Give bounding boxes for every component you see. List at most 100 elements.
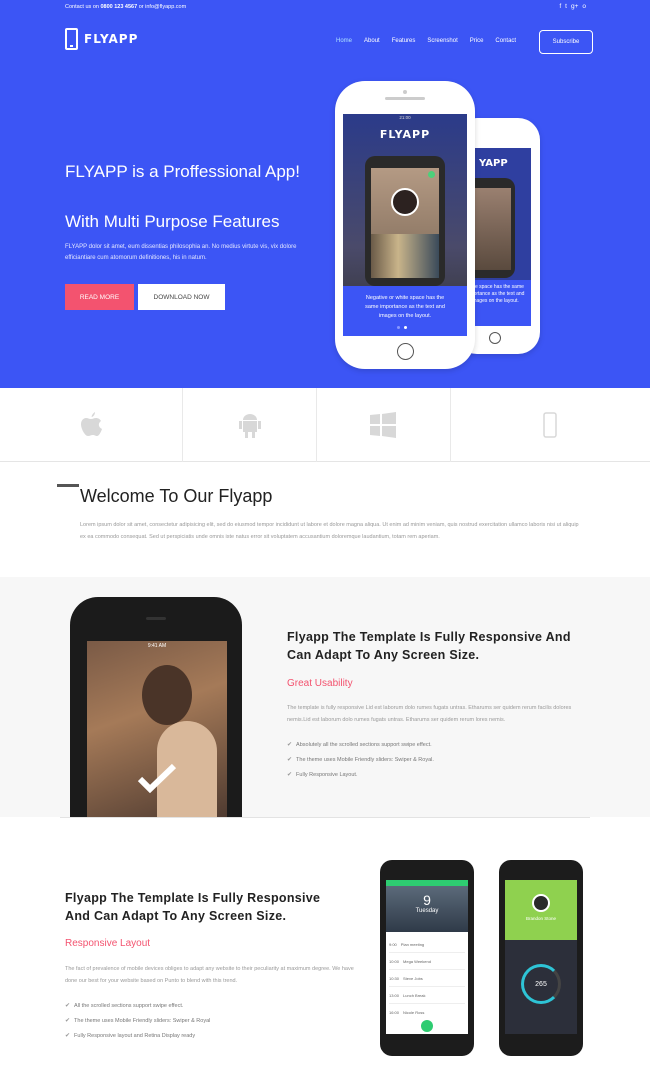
hero-title: FLYAPP is a Proffessional App!: [65, 162, 300, 181]
check-icon: ✔: [65, 1018, 71, 1024]
feature1-text: The template is fully responsive Lid est…: [287, 705, 572, 723]
platform-mobile[interactable]: [451, 388, 650, 462]
list-item: ✔ Fully Responsive Layout.: [287, 767, 434, 782]
row-time: 16:00: [389, 1010, 400, 1015]
nav-item-screenshot[interactable]: Screenshot: [427, 38, 457, 44]
phone-front-inner-screen: [371, 168, 439, 278]
contact-phone[interactable]: 0800 123 4567: [100, 4, 137, 10]
profile-name: Brandon Stone: [525, 916, 557, 921]
list-item-text: Absolutely all the scrolled sections sup…: [296, 741, 432, 748]
progress-ring: 265: [521, 964, 561, 1004]
list-item-text: Fully Responsive Layout.: [296, 771, 358, 778]
phone-speaker-slot: [385, 97, 425, 100]
row-time: 13:00: [389, 992, 400, 998]
list-item-text: All the scrolled sections support swipe …: [74, 1002, 184, 1009]
checkmark-icon: [137, 763, 177, 793]
hero-section: Contact us on 0800 123 4567 or info@flya…: [0, 0, 650, 388]
calendar-row[interactable]: 10:00 Mega Weekend: [389, 953, 465, 970]
profile-avatar: [532, 894, 550, 912]
calendar-hero: 9 Tuesday: [386, 886, 468, 932]
feature-phone-large: 9:41 AM: [70, 597, 242, 829]
feature2-subtitle: Responsive Layout: [65, 938, 151, 949]
row-title: Nicole Ross: [403, 1010, 425, 1015]
contact-or: or: [138, 4, 144, 10]
calendar-row[interactable]: 16:00 Nicole Ross: [389, 1004, 465, 1021]
calendar-row[interactable]: 9:00 Plan meeting: [389, 936, 465, 953]
status-time: 9:41 AM: [147, 643, 167, 649]
calendar-screen: 9 Tuesday 9:00 Plan meeting 10:00 Mega Wee…: [386, 880, 468, 1034]
welcome-title: Welcome To Our Flyapp: [80, 486, 273, 506]
phone-back-inner-screen: [469, 188, 511, 270]
subscribe-button[interactable]: Subscribe: [539, 30, 593, 54]
nav-item-about[interactable]: About: [364, 38, 380, 44]
github-icon[interactable]: o: [582, 3, 586, 10]
calendar-row[interactable]: 13:00 Lunch Break: [389, 987, 465, 1004]
read-more-button[interactable]: READ MORE: [65, 284, 134, 310]
calendar-list: 9:00 Plan meeting 10:00 Mega Weekend 10:30…: [389, 936, 465, 1021]
phone-camera: [146, 617, 166, 620]
platform-android[interactable]: [183, 388, 318, 462]
calendar-day: 9: [423, 892, 431, 908]
phone-back-home-button: [489, 332, 501, 344]
windows-icon: [370, 412, 397, 438]
phone-front-caption-text: Negative or white space has the same imp…: [365, 295, 445, 319]
welcome-text: Lorem ipsum dolor sit amet, consectetur …: [80, 522, 579, 540]
list-item-text: The theme uses Mobile Friendly sliders: …: [74, 1017, 211, 1024]
photo-grid: [371, 234, 439, 278]
phone-front-home-button: [397, 343, 414, 360]
feature1-title: Flyapp The Template Is Fully Responsive …: [287, 630, 571, 662]
calendar-row[interactable]: 10:30 Steve Jobs: [389, 970, 465, 987]
row-time: 10:30: [389, 975, 400, 981]
contact-prefix: Contact us on: [65, 4, 99, 10]
phone-front-caption: Negative or white space has the same imp…: [343, 286, 467, 336]
brand-logo[interactable]: FLYAPP: [65, 28, 138, 50]
list-item: ✔ Fully Responsive layout and Retina Disp…: [65, 1028, 210, 1043]
googleplus-icon[interactable]: g+: [571, 3, 578, 10]
twitter-icon[interactable]: t: [565, 3, 567, 10]
add-event-button[interactable]: [421, 1020, 433, 1032]
contact-email[interactable]: info@flyapp.com: [145, 4, 186, 10]
feature2-list: ✔ All the scrolled sections support swipe…: [65, 998, 210, 1043]
check-icon: [428, 171, 435, 178]
nav-item-contact[interactable]: Contact: [495, 38, 516, 44]
calendar-phone: 9 Tuesday 9:00 Plan meeting 10:00 Mega Wee…: [380, 860, 474, 1056]
facebook-icon[interactable]: f: [559, 3, 561, 10]
hero-description: FLYAPP dolor sit amet, eum dissentias ph…: [65, 244, 297, 261]
fitness-screen: Brandon Stone 265: [505, 880, 577, 1034]
phone-icon: [543, 412, 558, 438]
check-icon: ✔: [65, 1033, 71, 1039]
hero-phone-front: 21:00 FLYAPP Negative or white space has…: [335, 81, 475, 369]
phone-speaker: [403, 90, 407, 94]
phone-front-inner: [365, 156, 445, 286]
feature1-list: ✔ Absolutely all the scrolled sections su…: [287, 737, 434, 782]
list-item-text: The theme uses Mobile Friendly sliders: …: [296, 756, 434, 763]
check-icon: ✔: [287, 757, 293, 763]
slider-dots[interactable]: [397, 326, 407, 329]
photo-person-1: [142, 665, 192, 725]
list-item-text: Fully Responsive layout and Retina Displ…: [74, 1032, 196, 1039]
platform-strip: [0, 388, 650, 462]
welcome-accent-bar: [57, 484, 79, 487]
row-title: Plan meeting: [400, 941, 425, 947]
platform-apple[interactable]: [0, 388, 184, 462]
feature-phone-screen: 9:41 AM: [87, 641, 227, 819]
fitness-phone: Brandon Stone 265: [499, 860, 583, 1056]
download-now-button[interactable]: DOWNLOAD NOW: [138, 284, 225, 310]
nav-item-price[interactable]: Price: [470, 38, 484, 44]
row-title: Steve Jobs: [403, 975, 423, 981]
phone-back-logo: YAPP: [479, 158, 508, 169]
check-icon: ✔: [65, 1003, 71, 1009]
row-time: 9:00: [389, 941, 397, 947]
nav-item-home[interactable]: Home: [336, 38, 352, 44]
phone-status-time: 21:00: [399, 115, 411, 120]
social-links: f t g+ o: [559, 3, 586, 10]
row-title: Mega Weekend: [403, 958, 431, 964]
fitness-header: Brandon Stone: [505, 880, 577, 940]
phone-front-logo: FLYAPP: [379, 128, 431, 141]
profile-avatar: [391, 188, 419, 216]
phone-front-screen: 21:00 FLYAPP Negative or white space has…: [343, 114, 467, 336]
contact-bar: Contact us on 0800 123 4567 or info@flya…: [65, 4, 186, 10]
platform-windows[interactable]: [317, 388, 451, 462]
nav-item-features[interactable]: Features: [392, 38, 416, 44]
list-item: ✔ The theme uses Mobile Friendly sliders:…: [287, 752, 434, 767]
